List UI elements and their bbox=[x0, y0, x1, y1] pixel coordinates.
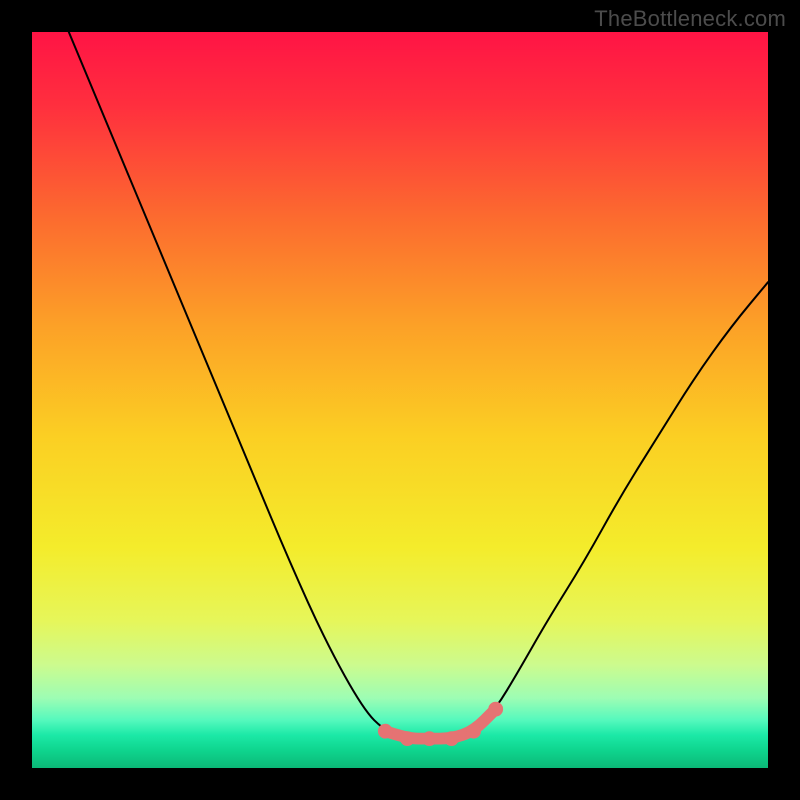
plot-background bbox=[32, 32, 768, 768]
optimal-range-dot bbox=[466, 724, 481, 739]
optimal-range-dot bbox=[400, 731, 415, 746]
optimal-range-dot bbox=[422, 731, 437, 746]
chart-frame: TheBottleneck.com bbox=[0, 0, 800, 800]
optimal-range-dot bbox=[444, 731, 459, 746]
optimal-range-dot bbox=[378, 724, 393, 739]
bottleneck-chart bbox=[0, 0, 800, 800]
optimal-range-dot bbox=[488, 702, 503, 717]
